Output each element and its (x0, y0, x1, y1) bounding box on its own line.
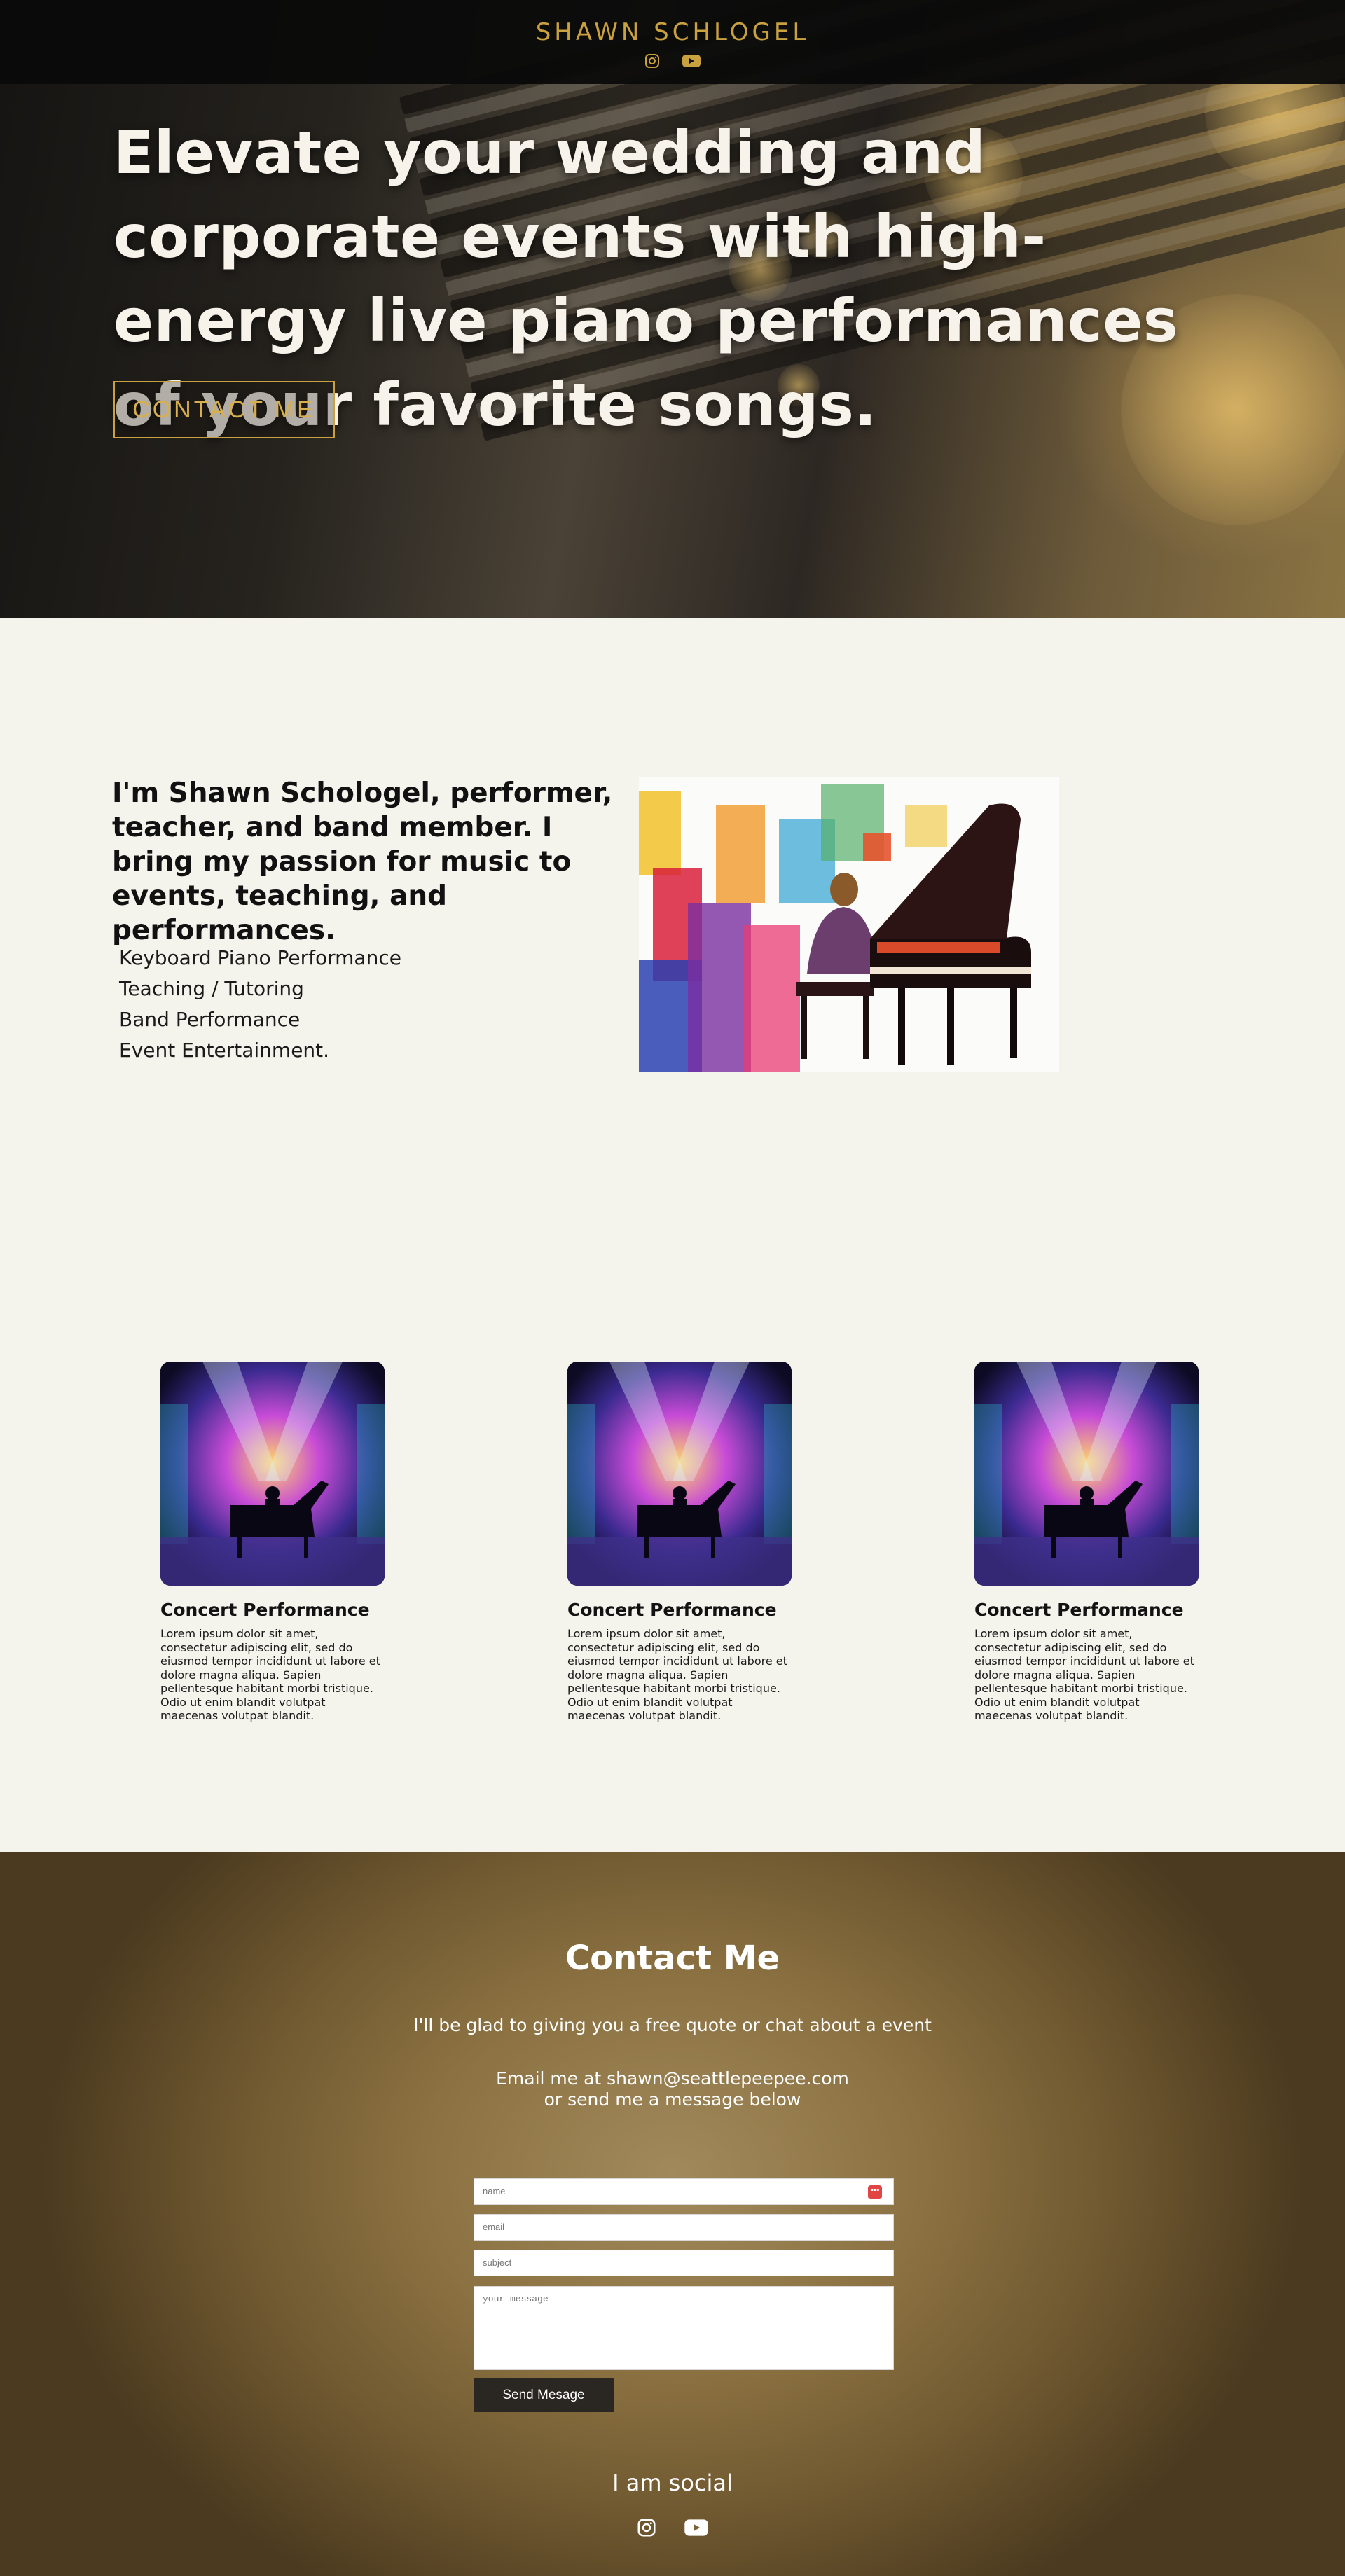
youtube-icon[interactable] (682, 53, 701, 69)
hero-section: Elevate your wedding and corporate event… (0, 0, 1345, 618)
service-item: Band Performance (119, 1008, 301, 1031)
subject-field[interactable]: subject (474, 2250, 894, 2276)
contact-me-button[interactable]: CONTACT ME (113, 381, 335, 438)
email-placeholder: email (483, 2222, 505, 2232)
service-card: Concert Performance Lorem ipsum dolor si… (567, 1362, 792, 1723)
name-field[interactable]: name ••• (474, 2178, 894, 2205)
subject-placeholder: subject (483, 2257, 512, 2268)
site-header: SHAWN SCHLOGEL (0, 0, 1345, 84)
contact-subtitle: I'll be glad to giving you a free quote … (413, 2015, 932, 2035)
service-card: Concert Performance Lorem ipsum dolor si… (160, 1362, 385, 1723)
concert-piano-image (567, 1362, 792, 1586)
contact-send-line: or send me a message below (544, 2089, 801, 2110)
concert-piano-image (160, 1362, 385, 1586)
service-card: Concert Performance Lorem ipsum dolor si… (974, 1362, 1199, 1723)
name-placeholder: name (483, 2186, 506, 2196)
card-title: Concert Performance (567, 1600, 777, 1620)
site-brand[interactable]: SHAWN SCHLOGEL (0, 18, 1345, 46)
about-heading: I'm Shawn Schologel, performer, teacher,… (112, 777, 613, 946)
send-message-button[interactable]: Send Mesage (474, 2378, 614, 2412)
contact-title: Contact Me (565, 1939, 780, 1978)
autofill-icon[interactable]: ••• (868, 2185, 882, 2199)
message-placeholder: your message (483, 2294, 549, 2304)
services-list: Keyboard Piano Performance Teaching / Tu… (119, 943, 401, 1066)
social-label: I am social (612, 2470, 733, 2496)
message-field[interactable]: your message (474, 2286, 894, 2370)
footer-social-links (0, 2517, 1345, 2538)
card-title: Concert Performance (974, 1600, 1184, 1620)
service-item: Teaching / Tutoring (119, 977, 304, 1000)
pianist-painting-image (639, 777, 1059, 1072)
instagram-icon[interactable] (644, 53, 661, 69)
contact-email-line: Email me at shawn@seattlepeepee.com (496, 2068, 849, 2089)
service-item: Event Entertainment. (119, 1039, 330, 1062)
email-field[interactable]: email (474, 2214, 894, 2241)
instagram-icon[interactable] (636, 2517, 657, 2538)
concert-piano-image (974, 1362, 1199, 1586)
service-item: Keyboard Piano Performance (119, 946, 401, 969)
header-social-links (0, 53, 1345, 69)
card-title: Concert Performance (160, 1600, 370, 1620)
card-text: Lorem ipsum dolor sit amet, consectetur … (160, 1627, 380, 1722)
card-text: Lorem ipsum dolor sit amet, consectetur … (567, 1627, 787, 1722)
youtube-icon[interactable] (684, 2517, 709, 2538)
card-text: Lorem ipsum dolor sit amet, consectetur … (974, 1627, 1194, 1722)
